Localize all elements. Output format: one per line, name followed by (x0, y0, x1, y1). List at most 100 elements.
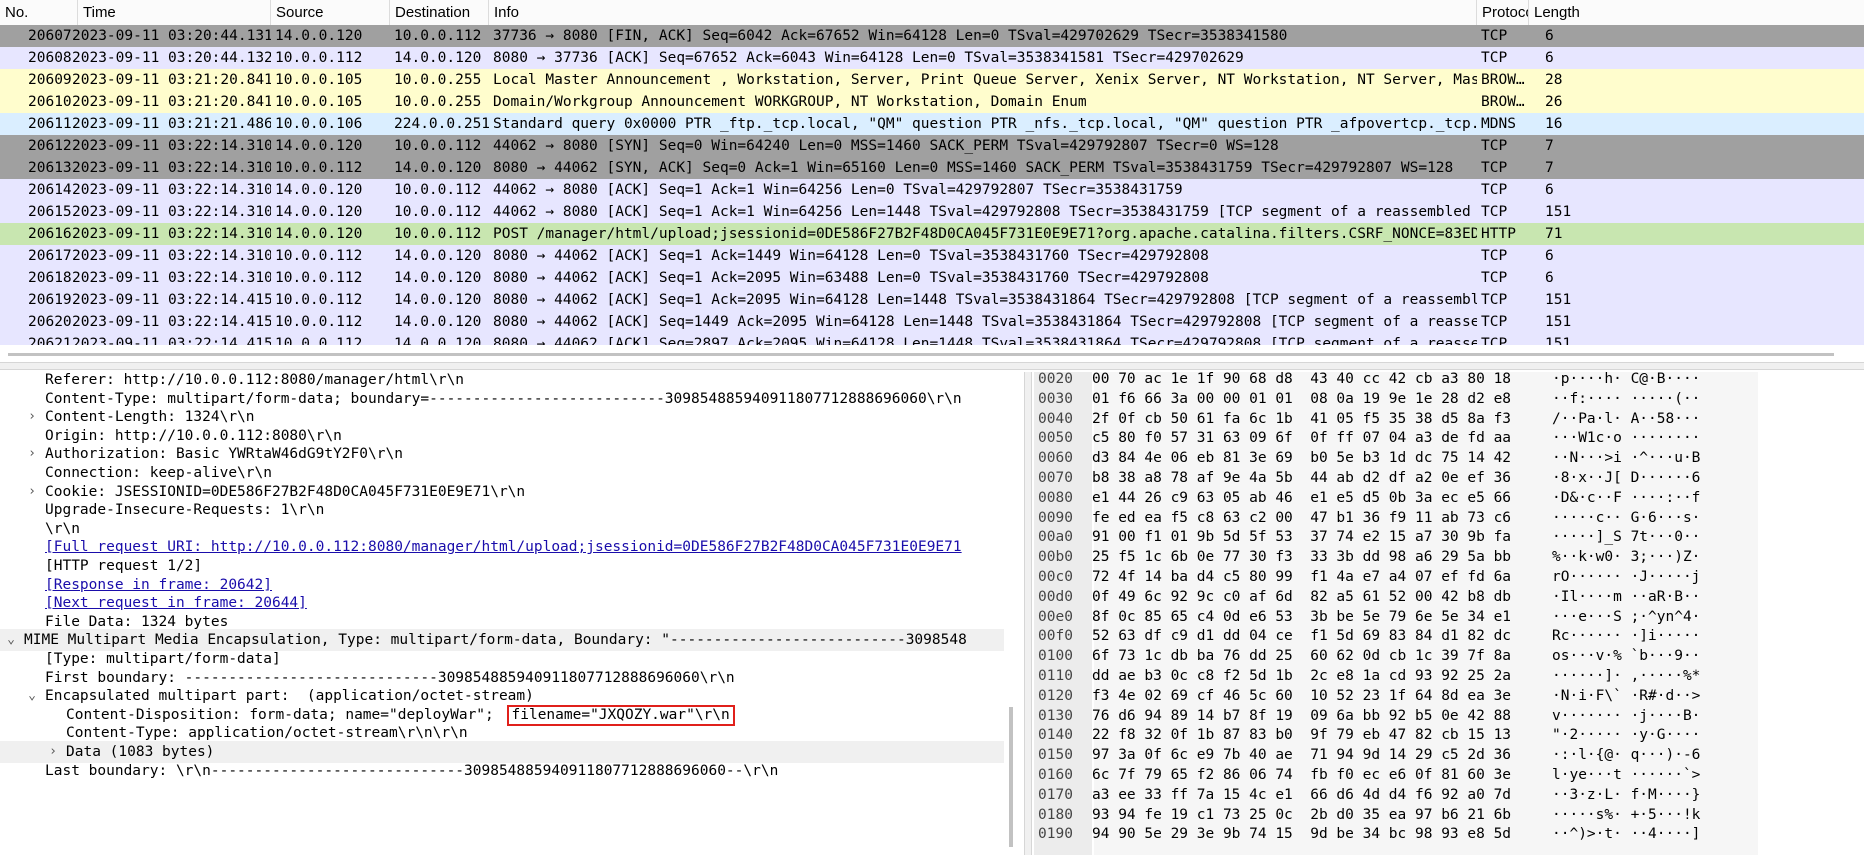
packet-row[interactable]: 206162023-09-11 03:22:14.31081214.0.0.12… (0, 223, 1864, 245)
hex-ascii: Rc······ ·]i····· (1552, 628, 1701, 645)
hex-bytes: 97 3a 0f 6c e9 7b 40 ae 71 94 9d 14 29 c… (1092, 747, 1512, 764)
hex-offset: 0070 (1038, 470, 1073, 486)
packet-row[interactable]: 206132023-09-11 03:22:14.31047310.0.0.11… (0, 157, 1864, 179)
cell-info: Domain/Workgroup Announcement WORKGROUP,… (493, 94, 1087, 110)
cell-length: 6 (1545, 50, 1554, 66)
packet-row[interactable]: 206092023-09-11 03:21:20.84102510.0.0.10… (0, 69, 1864, 91)
hex-offset: 0130 (1038, 707, 1073, 724)
packet-row[interactable]: 206102023-09-11 03:21:20.84104710.0.0.10… (0, 91, 1864, 113)
hex-row[interactable]: 0080 e1 44 26 c9 63 05 ab 46 e1 e5 d5 0b … (1034, 487, 1864, 509)
hex-row[interactable]: 0140 22 f8 32 0f 1b 87 83 b0 9f 79 eb 47 … (1034, 724, 1864, 746)
vertical-pane-splitter[interactable] (1024, 372, 1032, 855)
details-vertical-scrollbar[interactable] (1006, 372, 1018, 855)
packet-bytes-pane[interactable]: 0020 00 70 ac 1e 1f 90 68 d8 43 40 cc 42 … (1034, 372, 1864, 855)
hex-row[interactable]: 0180 93 94 fe 19 c1 73 25 0c 2b d0 35 ea … (1034, 804, 1864, 826)
hex-row[interactable]: 0100 6f 73 1c db ba 76 dd 25 60 62 0d cb … (1034, 645, 1864, 667)
hex-ascii: v······· ·j····B· (1552, 707, 1701, 724)
cell-destination: 14.0.0.120 (394, 270, 482, 286)
packet-list-horizontal-scrollbar[interactable] (0, 350, 1864, 360)
detail-tree-item[interactable]: Last boundary: \r\n---------------------… (0, 760, 1004, 782)
hex-bytes: dd ae b3 0c c8 f2 5d 1b 2c e8 1a cd 93 9… (1092, 668, 1512, 684)
column-header-time[interactable]: Time (78, 0, 271, 25)
hex-row[interactable]: 0070 b8 38 a8 78 af 9e 4a 5b 44 ab d2 df … (1034, 467, 1864, 489)
detail-text-value: Referer: http://10.0.0.112:8080/manager/… (45, 372, 465, 388)
hex-row[interactable]: 0130 76 d6 94 89 14 b7 8f 19 09 6a bb 92 … (1034, 705, 1864, 727)
scrollbar-thumb[interactable] (1009, 707, 1013, 847)
hex-row[interactable]: 0030 01 f6 66 3a 00 00 01 01 08 0a 19 9e … (1034, 388, 1864, 410)
packet-row[interactable]: 206182023-09-11 03:22:14.31090810.0.0.11… (0, 267, 1864, 289)
cell-no: 20616 (28, 226, 72, 242)
packet-row[interactable]: 206112023-09-11 03:21:21.48671210.0.0.10… (0, 113, 1864, 135)
hex-row[interactable]: 00b0 25 f5 1c 6b 0e 77 30 f3 33 3b dd 98 … (1034, 546, 1864, 568)
packet-row[interactable]: 206172023-09-11 03:22:14.31090610.0.0.11… (0, 245, 1864, 267)
packet-list[interactable]: No. Time Source Destination Info Protoco… (0, 0, 1864, 346)
column-header-source[interactable]: Source (271, 0, 390, 25)
packet-details-pane[interactable]: Referer: http://10.0.0.112:8080/manager/… (0, 372, 1018, 855)
pane-splitter[interactable] (0, 362, 1864, 370)
hex-row[interactable]: 0170 a3 ee 33 ff 7a 15 4c e1 66 d6 4d d4 … (1034, 784, 1864, 806)
hex-offset: 0180 (1038, 806, 1073, 823)
cell-info: 8080 → 44062 [ACK] Seq=2897 Ack=2095 Win… (493, 336, 1477, 345)
cell-no: 20609 (28, 72, 72, 88)
hex-row[interactable]: 0190 94 90 5e 29 3e 9b 74 15 9d be 34 bc … (1034, 823, 1864, 845)
cell-time: 2023-09-11 03:22:14.310568 (72, 182, 271, 198)
hex-row[interactable]: 00d0 0f 49 6c 92 9c c0 af 6d 82 a5 61 52 … (1034, 586, 1864, 608)
detail-text-value: MIME Multipart Media Encapsulation, Type… (24, 632, 967, 649)
packet-row[interactable]: 206192023-09-11 03:22:14.41563010.0.0.11… (0, 289, 1864, 311)
packet-row[interactable]: 206212023-09-11 03:22:14.415645 10.0.0.11… (0, 333, 1864, 345)
column-header-length[interactable]: Length (1529, 0, 1864, 25)
hex-row[interactable]: 0050 c5 80 f0 57 31 63 09 6f 0f ff 07 04 … (1034, 427, 1864, 449)
hex-row[interactable]: 00a0 91 00 f1 01 9b 5d 5f 53 37 74 e2 15 … (1034, 526, 1864, 548)
hex-row[interactable]: 0160 6c 7f 79 65 f2 86 06 74 fb f0 ec e6 … (1034, 764, 1864, 786)
cell-source: 14.0.0.120 (275, 226, 363, 242)
cell-no: 20610 (28, 94, 72, 110)
packet-row[interactable]: 206152023-09-11 03:22:14.31080814.0.0.12… (0, 201, 1864, 223)
hex-row[interactable]: 00e0 8f 0c 85 65 c4 0d e6 53 3b be 5e 79 … (1034, 606, 1864, 628)
hex-row[interactable]: 0110 dd ae b3 0c c8 f2 5d 1b 2c e8 1a cd … (1034, 665, 1864, 687)
cell-info: 37736 → 8080 [FIN, ACK] Seq=6042 Ack=676… (493, 28, 1288, 44)
cell-protocol: HTTP (1481, 226, 1516, 242)
cell-source: 10.0.0.112 (275, 270, 363, 286)
detail-text-value: Encapsulated multipart part: (applicatio… (45, 688, 534, 705)
cell-destination: 10.0.0.255 (394, 94, 482, 110)
hex-row[interactable]: 00f0 52 63 df c9 d1 dd 04 ce f1 5d 69 83 … (1034, 625, 1864, 647)
cell-time: 2023-09-11 03:22:14.310473 (72, 160, 271, 176)
column-header-destination[interactable]: Destination (390, 0, 489, 25)
cell-length: 151 (1545, 336, 1572, 345)
cell-time: 2023-09-11 03:22:14.415643 (72, 314, 271, 330)
cell-no: 20614 (28, 182, 72, 198)
scrollbar-thumb[interactable] (8, 353, 1834, 356)
hex-bytes: 93 94 fe 19 c1 73 25 0c 2b d0 35 ea 97 b… (1092, 806, 1512, 823)
column-header-protocol[interactable]: Protocol (1477, 0, 1529, 25)
hex-row[interactable]: 0150 97 3a 0f 6c e9 7b 40 ae 71 94 9d 14 … (1034, 744, 1864, 766)
hex-row[interactable]: 00c0 72 4f 14 ba d4 c5 80 99 f1 4a e7 a4 … (1034, 566, 1864, 588)
hex-ascii: ·····c·· G·6···s· (1552, 509, 1701, 526)
hex-bytes: 22 f8 32 0f 1b 87 83 b0 9f 79 eb 47 82 c… (1092, 727, 1512, 744)
hex-bytes: 25 f5 1c 6b 0e 77 30 f3 33 3b dd 98 a6 2… (1092, 549, 1512, 566)
packet-row[interactable]: 206082023-09-11 03:20:44.13215510.0.0.11… (0, 47, 1864, 69)
packet-row[interactable]: 206202023-09-11 03:22:14.41564310.0.0.11… (0, 311, 1864, 333)
detail-text-value: Content-Length: 1324\r\n (45, 409, 255, 426)
column-header-no[interactable]: No. (0, 0, 78, 25)
packet-row[interactable]: 206122023-09-11 03:22:14.31036514.0.0.12… (0, 135, 1864, 157)
cell-destination: 10.0.0.112 (394, 28, 482, 44)
cell-destination: 14.0.0.120 (394, 292, 482, 308)
hex-offset: 0140 (1038, 727, 1073, 744)
hex-row[interactable]: 0060 d3 84 4e 06 eb 81 3e 69 b0 5e b3 1d … (1034, 447, 1864, 469)
cell-info: 44062 → 8080 [SYN] Seq=0 Win=64240 Len=0… (493, 138, 1279, 154)
detail-text-value: Upgrade-Insecure-Requests: 1\r\n (45, 502, 325, 519)
hex-row[interactable]: 0120 f3 4e 02 69 cf 46 5c 60 10 52 23 1f … (1034, 685, 1864, 707)
hex-row[interactable]: 0090 fe ed ea f5 c8 63 c2 00 47 b1 36 f9 … (1034, 507, 1864, 529)
hex-offset: 0120 (1038, 687, 1073, 704)
cell-source: 10.0.0.112 (275, 50, 363, 66)
packet-row[interactable]: 206072023-09-11 03:20:44.13194914.0.0.12… (0, 25, 1864, 47)
cell-no: 20611 (28, 116, 72, 132)
hex-ascii: ··3·z·L· f·M····} (1552, 786, 1701, 803)
cell-protocol: TCP (1481, 160, 1508, 176)
hex-row[interactable]: 0040 2f 0f cb 50 61 fa 6c 1b 41 05 f5 35 … (1034, 408, 1864, 430)
cell-length: 7 (1545, 138, 1554, 154)
packet-row[interactable]: 206142023-09-11 03:22:14.31056814.0.0.12… (0, 179, 1864, 201)
column-header-info[interactable]: Info (489, 0, 1477, 25)
cell-source: 10.0.0.105 (275, 72, 363, 88)
hex-bytes: c5 80 f0 57 31 63 09 6f 0f ff 07 04 a3 d… (1092, 430, 1512, 447)
